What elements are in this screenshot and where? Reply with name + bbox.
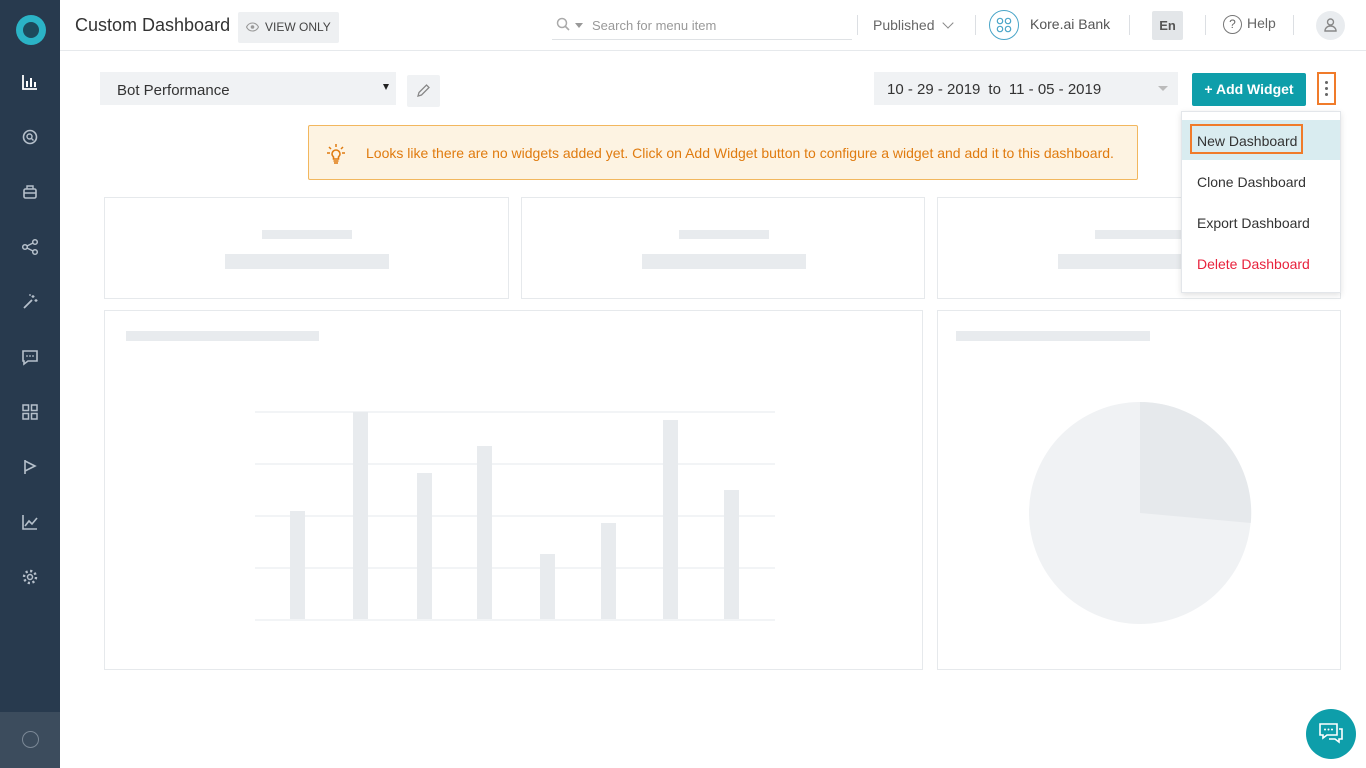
- app-logo[interactable]: [16, 15, 46, 45]
- banner-text: Looks like there are no widgets added ye…: [366, 145, 1114, 161]
- chat-icon: [1319, 723, 1343, 744]
- kebab-dot: [1325, 81, 1328, 84]
- chat-support-button[interactable]: [1306, 709, 1356, 759]
- menu-item-label: New Dashboard: [1197, 133, 1298, 149]
- placeholder-bar-chart-card: [104, 310, 923, 670]
- top-header: Custom Dashboard VIEW ONLY Published Kor…: [60, 0, 1366, 51]
- placeholder-card: [521, 197, 925, 299]
- search-chat-icon[interactable]: [19, 126, 41, 148]
- view-only-label: VIEW ONLY: [265, 20, 331, 34]
- help-icon: ?: [1223, 15, 1242, 34]
- analytics-icon[interactable]: [19, 511, 41, 533]
- sidebar: [0, 0, 60, 768]
- settings-icon[interactable]: [19, 566, 41, 588]
- dashboard-options-menu: New Dashboard Clone Dashboard Export Das…: [1181, 111, 1341, 293]
- placeholder-bar: [1095, 230, 1185, 239]
- chevron-down-icon: [941, 17, 954, 29]
- bot-avatar[interactable]: [989, 10, 1019, 40]
- sidebar-footer[interactable]: [0, 712, 60, 768]
- menu-item-label: Export Dashboard: [1197, 215, 1310, 231]
- status-circle-icon: [22, 731, 39, 748]
- add-widget-button[interactable]: + Add Widget: [1192, 73, 1306, 106]
- date-to: 11 - 05 - 2019: [1008, 81, 1102, 98]
- placeholder-bar: [225, 254, 389, 269]
- help-button[interactable]: ? Help: [1223, 15, 1276, 34]
- view-only-badge: VIEW ONLY: [238, 12, 339, 43]
- dashboard-icon[interactable]: [19, 71, 41, 93]
- flag-icon[interactable]: [19, 456, 41, 478]
- bot-name[interactable]: Kore.ai Bank: [1030, 16, 1110, 32]
- divider: [1129, 15, 1130, 35]
- flow-icon[interactable]: [19, 236, 41, 258]
- page-title: Custom Dashboard: [75, 15, 231, 35]
- search-input[interactable]: [592, 15, 842, 35]
- placeholder-bar: [679, 230, 769, 239]
- caret-down-icon: [1158, 86, 1168, 91]
- publish-status-dropdown[interactable]: Published: [873, 17, 954, 33]
- user-avatar[interactable]: [1316, 11, 1345, 40]
- menu-item-delete-dashboard[interactable]: Delete Dashboard: [1182, 243, 1340, 283]
- menu-search: [552, 12, 852, 40]
- lightbulb-icon: [327, 144, 345, 164]
- magic-wand-icon[interactable]: [19, 291, 41, 313]
- kebab-dot: [1325, 93, 1328, 96]
- placeholder-bar: [262, 230, 352, 239]
- search-icon: [556, 17, 570, 31]
- divider: [1293, 15, 1294, 35]
- date-range-picker[interactable]: 10 - 29 - 2019 to 11 - 05 - 2019: [874, 72, 1178, 105]
- dashboard-select-value: Bot Performance: [117, 82, 230, 99]
- kebab-dot: [1325, 87, 1328, 90]
- date-from: 10 - 29 - 2019: [887, 81, 981, 98]
- placeholder-card: [104, 197, 509, 299]
- bot-icon[interactable]: [19, 181, 41, 203]
- placeholder-pie-chart-card: [937, 310, 1341, 670]
- placeholder-bar-chart-graphic: [255, 411, 775, 621]
- eye-icon: [246, 22, 259, 32]
- menu-item-label: Delete Dashboard: [1197, 256, 1310, 272]
- help-label: Help: [1247, 15, 1276, 32]
- placeholder-bar: [642, 254, 806, 269]
- apps-grid-icon[interactable]: [19, 401, 41, 423]
- message-icon[interactable]: [19, 346, 41, 368]
- divider: [1205, 15, 1206, 35]
- pencil-icon: [417, 84, 430, 97]
- menu-item-export-dashboard[interactable]: Export Dashboard: [1182, 202, 1340, 242]
- caret-down-icon: [383, 84, 389, 90]
- empty-state-banner: Looks like there are no widgets added ye…: [308, 125, 1138, 180]
- publish-status-label: Published: [873, 17, 935, 33]
- divider: [975, 15, 976, 35]
- more-options-button[interactable]: [1317, 72, 1336, 105]
- placeholder-pie-graphic: [1029, 401, 1252, 624]
- menu-item-new-dashboard[interactable]: New Dashboard: [1182, 120, 1340, 160]
- menu-item-label: Clone Dashboard: [1197, 174, 1306, 190]
- dashboard-select[interactable]: Bot Performance: [100, 72, 396, 105]
- edit-dashboard-button[interactable]: [407, 75, 440, 107]
- menu-item-clone-dashboard[interactable]: Clone Dashboard: [1182, 161, 1340, 201]
- divider: [857, 15, 858, 35]
- language-button[interactable]: En: [1152, 11, 1183, 40]
- date-separator: to: [988, 81, 1001, 98]
- search-scope-caret-icon[interactable]: [575, 23, 583, 28]
